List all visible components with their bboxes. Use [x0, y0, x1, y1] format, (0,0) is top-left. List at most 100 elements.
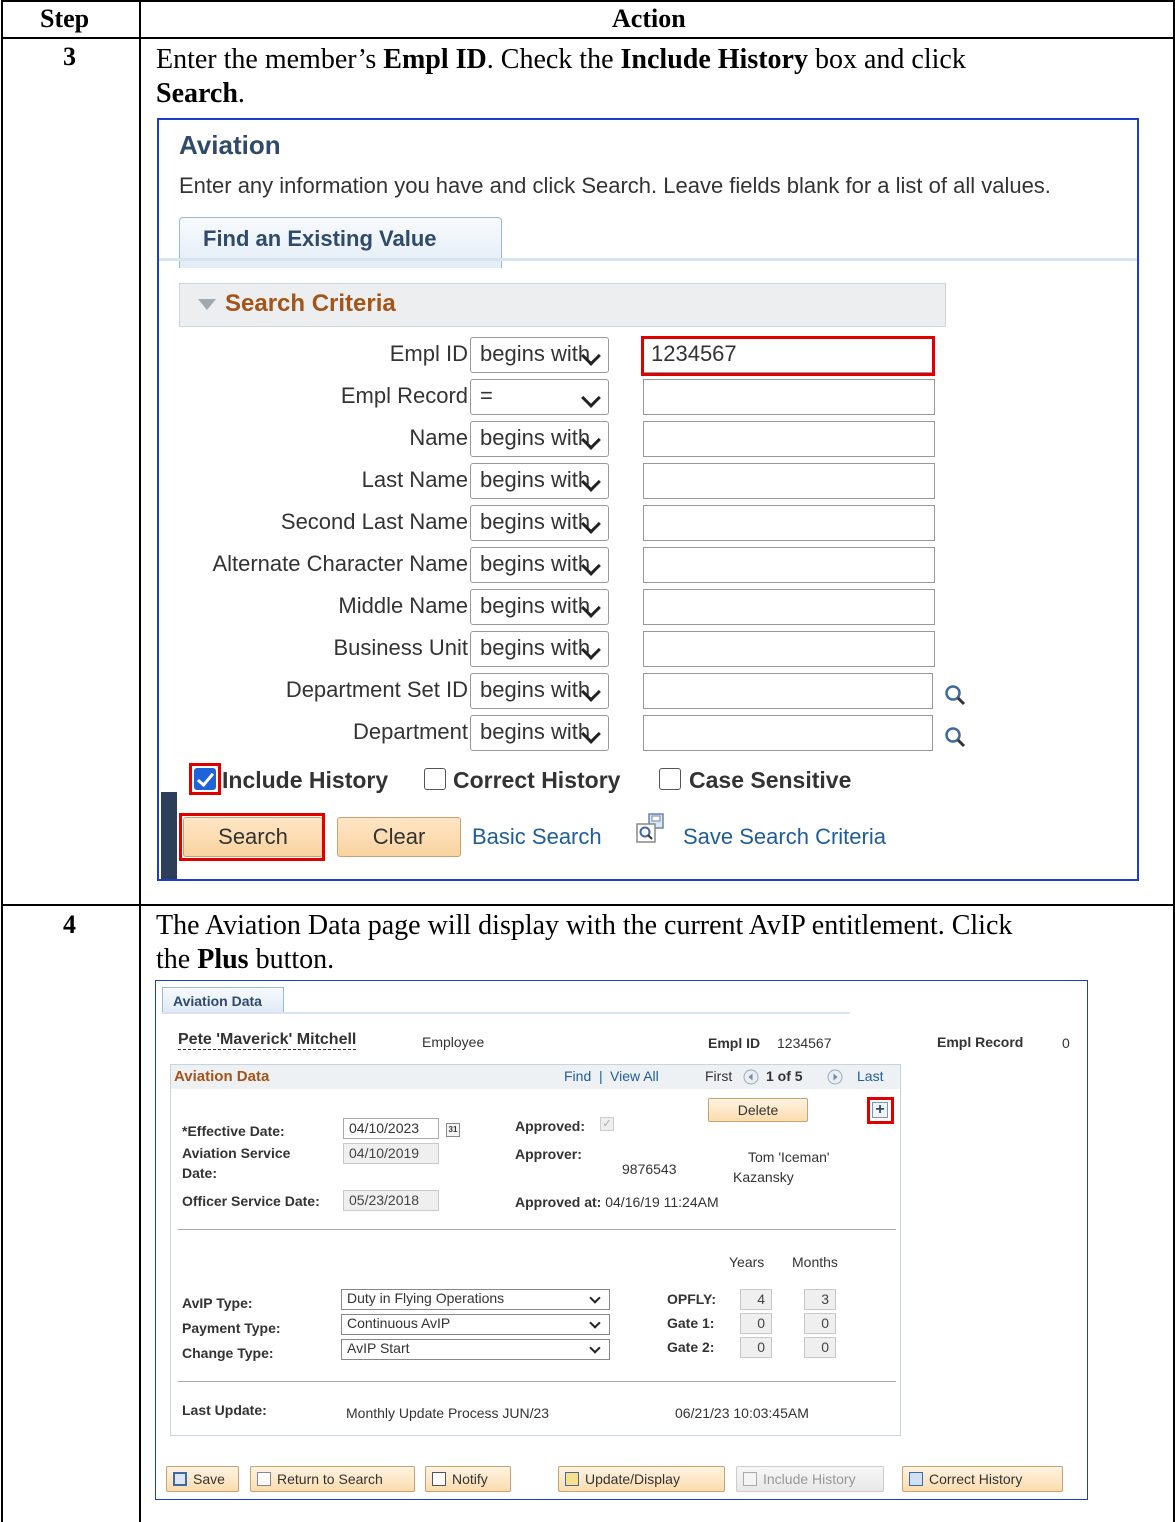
search-button-highlight [179, 813, 325, 861]
field-label: Empl Record [340, 383, 468, 408]
update-display-icon [565, 1472, 579, 1486]
avip-type-select[interactable]: Duty in Flying Operations [341, 1289, 610, 1310]
column-header-step: Step [40, 4, 90, 33]
operator-select[interactable]: begins with [470, 715, 609, 751]
gate1-months: 0 [804, 1313, 836, 1334]
operator-value: begins with [480, 425, 591, 450]
field-value-input[interactable] [643, 505, 935, 541]
correct-history-label: Correct History [453, 767, 621, 793]
empl-record-value: 0 [1062, 1035, 1070, 1051]
calendar-icon[interactable]: 31 [446, 1123, 460, 1137]
save-button[interactable]: Save [166, 1466, 239, 1492]
aviation-service-date-label-1: Aviation Service [182, 1145, 291, 1161]
gate2-label: Gate 2: [667, 1339, 715, 1355]
search-criteria-label: Search Criteria [225, 290, 396, 317]
operator-select[interactable]: begins with [470, 547, 609, 583]
lookup-department-icon[interactable] [943, 725, 967, 749]
lookup-dept-setid-icon[interactable] [943, 683, 967, 707]
officer-service-date-value: 05/23/2018 [343, 1190, 439, 1211]
plus-button-highlight [867, 1097, 894, 1124]
empl-id-label: Empl ID [708, 1035, 761, 1051]
operator-value: = [480, 383, 493, 408]
operator-select[interactable]: begins with [470, 673, 609, 709]
change-type-label: Change Type: [182, 1345, 274, 1361]
tab-aviation-data[interactable]: Aviation Data [162, 987, 284, 1013]
page-instructions: Enter any information you have and click… [179, 173, 1051, 198]
tab-divider [159, 258, 1137, 261]
search-field-row: Empl Record = [159, 379, 1137, 415]
case-sensitive-checkbox[interactable] [659, 768, 681, 790]
field-value-input[interactable] [643, 715, 933, 751]
last-update-label: Last Update: [182, 1402, 267, 1418]
operator-select[interactable]: = [470, 379, 609, 415]
field-value-input[interactable] [643, 589, 935, 625]
chevron-down-icon [581, 388, 601, 408]
divider [178, 1229, 896, 1230]
tab-divider [162, 1012, 850, 1014]
operator-select[interactable]: begins with [470, 505, 609, 541]
aviation-data-screenshot: Aviation Data Pete 'Maverick' Mitchell E… [155, 980, 1088, 1500]
view-all-link[interactable]: View All [610, 1068, 659, 1084]
gate1-label: Gate 1: [667, 1315, 715, 1331]
collapse-triangle-icon [198, 299, 216, 310]
operator-select[interactable]: begins with [470, 337, 609, 373]
opfly-months: 3 [804, 1289, 836, 1310]
field-value-input[interactable] [643, 631, 935, 667]
months-header: Months [792, 1254, 838, 1270]
search-page-screenshot: Aviation Enter any information you have … [157, 118, 1139, 881]
delete-button[interactable]: Delete [708, 1098, 808, 1122]
search-field-row: Alternate Character Name begins with [159, 547, 1137, 583]
approved-checkbox: ✓ [600, 1117, 614, 1131]
operator-select[interactable]: begins with [470, 421, 609, 457]
officer-service-date-label: Officer Service Date: [182, 1193, 320, 1209]
employee-name: Pete 'Maverick' Mitchell [178, 1031, 357, 1050]
field-value-input[interactable] [643, 463, 935, 499]
empl-id-value: 1234567 [777, 1035, 832, 1051]
change-type-select[interactable]: AvIP Start [341, 1339, 610, 1360]
step-instruction: Enter the member’s Empl ID. Check the In… [156, 44, 966, 109]
include-history-button[interactable]: Include History [736, 1466, 884, 1492]
return-search-icon [257, 1472, 271, 1486]
save-icon [173, 1472, 187, 1486]
effective-date-input[interactable]: 04/10/2023 [343, 1118, 439, 1139]
operator-value: begins with [480, 677, 591, 702]
operator-value: begins with [480, 509, 591, 534]
field-value-input[interactable] [643, 673, 933, 709]
payment-type-select[interactable]: Continuous AvIP [341, 1314, 610, 1335]
notify-button[interactable]: Notify [425, 1466, 511, 1492]
operator-select[interactable]: begins with [470, 631, 609, 667]
search-criteria-header[interactable]: Search Criteria [179, 283, 946, 327]
field-value-input[interactable] [643, 379, 935, 415]
find-link[interactable]: Find [564, 1068, 591, 1084]
column-header-action: Action [612, 4, 686, 33]
correct-history-icon [909, 1472, 923, 1486]
field-value-input[interactable] [643, 421, 935, 457]
operator-select[interactable]: begins with [470, 589, 609, 625]
clear-button[interactable]: Clear [337, 817, 461, 857]
approver-name-line-2: Kazansky [733, 1169, 794, 1185]
empl-id-highlight [641, 336, 935, 376]
save-search-criteria-link[interactable]: Save Search Criteria [683, 824, 886, 850]
field-label: Department [353, 719, 468, 744]
previous-row-icon[interactable] [743, 1069, 759, 1085]
correct-history-button[interactable]: Correct History [902, 1466, 1063, 1492]
field-value-input[interactable] [643, 547, 935, 583]
approver-name-line-1: Tom 'Iceman' [748, 1149, 830, 1165]
first-label: First [705, 1068, 733, 1084]
field-label: Alternate Character Name [212, 551, 468, 576]
notify-icon [432, 1472, 446, 1486]
operator-value: begins with [480, 719, 591, 744]
step-number: 3 [63, 42, 76, 71]
search-field-row: Department begins with [159, 715, 1137, 751]
operator-value: begins with [480, 467, 591, 492]
basic-search-link[interactable]: Basic Search [472, 824, 602, 850]
update-display-button[interactable]: Update/Display [558, 1466, 725, 1492]
field-label: Last Name [361, 467, 468, 492]
correct-history-checkbox[interactable] [424, 768, 446, 790]
search-field-row: Second Last Name begins with [159, 505, 1137, 541]
operator-select[interactable]: begins with [470, 463, 609, 499]
field-label: Empl ID [389, 341, 468, 366]
next-row-icon[interactable] [827, 1069, 843, 1085]
opfly-years: 4 [740, 1289, 772, 1310]
return-to-search-button[interactable]: Return to Search [250, 1466, 415, 1492]
